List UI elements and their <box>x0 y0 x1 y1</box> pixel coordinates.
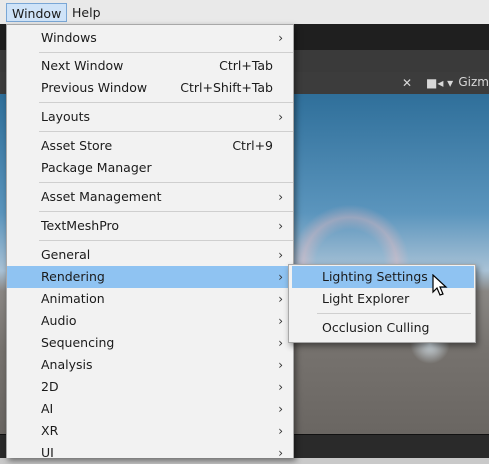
menu-item-label: AI <box>41 401 54 416</box>
chevron-right-icon: › <box>278 190 283 204</box>
menu-item-label: 2D <box>41 379 59 394</box>
menu-item-label: Asset Management <box>41 189 162 204</box>
menu-item-label: Audio <box>41 313 77 328</box>
gizmos-button[interactable]: Gizm <box>458 75 489 89</box>
menu-item-label: UI <box>41 445 54 460</box>
mouse-pointer-icon <box>432 274 448 296</box>
menu-item-label: Animation <box>41 291 105 306</box>
menu-separator <box>39 240 293 241</box>
chevron-right-icon: › <box>278 380 283 394</box>
menu-item-label: Previous Window <box>41 80 148 95</box>
menu-item-label: General <box>41 247 91 262</box>
menu-item-label: Sequencing <box>41 335 115 350</box>
menu-item-textmeshpro[interactable]: TextMeshPro › <box>7 215 293 237</box>
menu-item-label: Analysis <box>41 357 93 372</box>
camera-icon[interactable]: ■◂ ▾ <box>426 76 453 90</box>
menu-item-previous-window[interactable]: Previous Window Ctrl+Shift+Tab <box>7 77 293 99</box>
menu-item-label: Asset Store <box>41 138 113 153</box>
menu-item-label: TextMeshPro <box>41 218 120 233</box>
chevron-right-icon: › <box>278 248 283 262</box>
chevron-right-icon: › <box>278 446 283 460</box>
menu-item-sequencing[interactable]: Sequencing › <box>7 332 293 354</box>
menu-item-label: Light Explorer <box>322 291 410 306</box>
menu-item-next-window[interactable]: Next Window Ctrl+Tab <box>7 55 293 77</box>
chevron-right-icon: › <box>278 31 283 45</box>
chevron-right-icon: › <box>278 336 283 350</box>
menu-item-analysis[interactable]: Analysis › <box>7 354 293 376</box>
menu-bar: Window Help <box>0 0 489 24</box>
menu-item-shortcut: Ctrl+Tab <box>219 58 273 73</box>
menu-item-animation[interactable]: Animation › <box>7 288 293 310</box>
menu-separator <box>39 131 293 132</box>
menu-item-shortcut: Ctrl+9 <box>232 138 273 153</box>
window-menu: Windows › Next Window Ctrl+Tab Previous … <box>6 24 294 460</box>
menu-item-windows[interactable]: Windows › <box>7 27 293 49</box>
menu-separator <box>39 52 293 53</box>
menu-item-label: Windows <box>41 30 97 45</box>
chevron-right-icon: › <box>278 292 283 306</box>
menu-item-layouts[interactable]: Layouts › <box>7 106 293 128</box>
chevron-right-icon: › <box>278 424 283 438</box>
menu-separator <box>317 313 471 314</box>
menu-item-shortcut: Ctrl+Shift+Tab <box>180 80 273 95</box>
menu-item-general[interactable]: General › <box>7 244 293 266</box>
chevron-right-icon: › <box>278 110 283 124</box>
menu-item-rendering[interactable]: Rendering › <box>7 266 293 288</box>
menu-item-label: Rendering <box>41 269 105 284</box>
menu-separator <box>39 211 293 212</box>
chevron-right-icon: › <box>278 358 283 372</box>
menu-item-audio[interactable]: Audio › <box>7 310 293 332</box>
tools-icon[interactable]: ✕ <box>402 76 412 90</box>
menu-item-label: Layouts <box>41 109 91 124</box>
menu-item-xr[interactable]: XR › <box>7 420 293 442</box>
menubar-help[interactable]: Help <box>67 3 106 22</box>
menu-item-label: Lighting Settings <box>322 269 428 284</box>
chevron-right-icon: › <box>278 219 283 233</box>
menu-item-ai[interactable]: AI › <box>7 398 293 420</box>
menu-separator <box>39 102 293 103</box>
menubar-window[interactable]: Window <box>6 3 68 22</box>
menu-item-package-manager[interactable]: Package Manager <box>7 157 293 179</box>
chevron-right-icon: › <box>278 270 283 284</box>
menu-item-label: Occlusion Culling <box>322 320 430 335</box>
menu-item-2d[interactable]: 2D › <box>7 376 293 398</box>
menu-item-ui[interactable]: UI › <box>7 442 293 464</box>
menu-item-label: XR <box>41 423 59 438</box>
menu-item-label: Package Manager <box>41 160 152 175</box>
menu-item-occlusion-culling[interactable]: Occlusion Culling <box>289 317 475 339</box>
chevron-right-icon: › <box>278 314 283 328</box>
menu-separator <box>39 182 293 183</box>
chevron-right-icon: › <box>278 402 283 416</box>
menu-item-label: Next Window <box>41 58 124 73</box>
menu-item-asset-store[interactable]: Asset Store Ctrl+9 <box>7 135 293 157</box>
menu-item-asset-management[interactable]: Asset Management › <box>7 186 293 208</box>
